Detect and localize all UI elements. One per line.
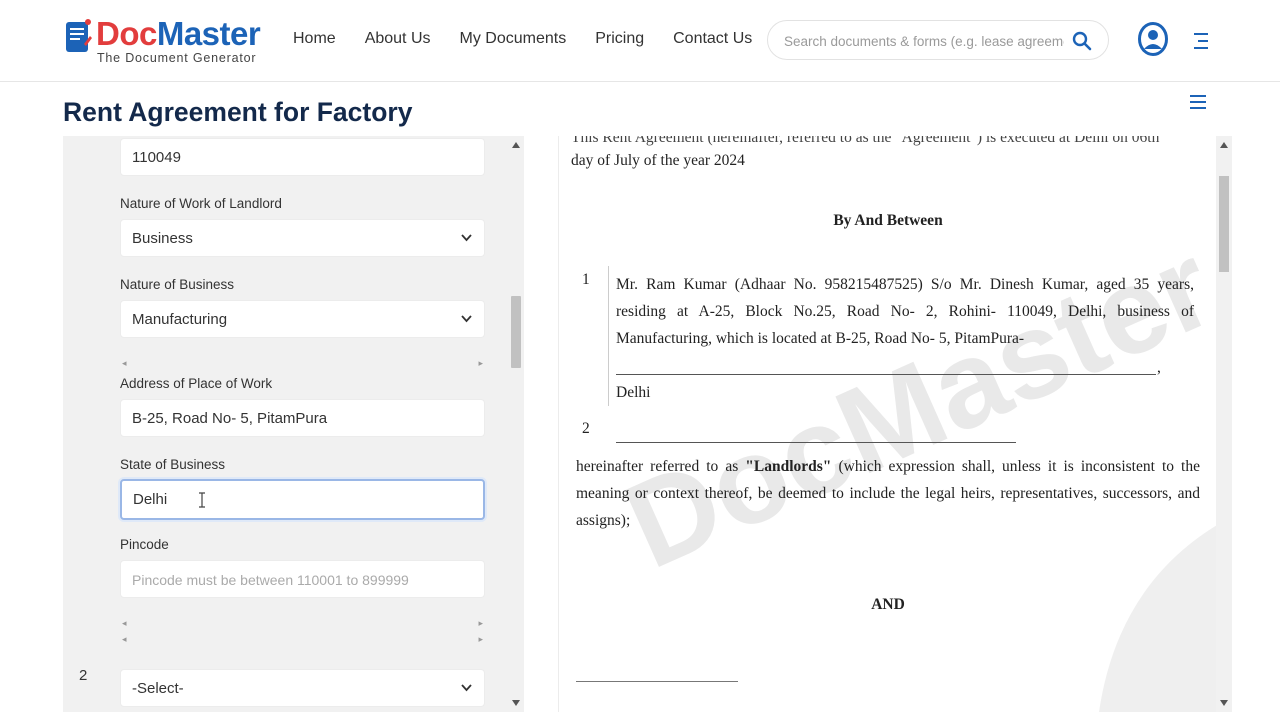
landlords-paragraph: hereinafter referred to as "Landlords" (… — [576, 453, 1200, 534]
doc-date-line: day of July of the year 2024 — [571, 152, 745, 169]
row-number: 2 — [79, 667, 88, 684]
scroll-left-icon[interactable]: ◂ — [122, 618, 127, 629]
party-1-comma: , — [1157, 359, 1161, 376]
search-box — [767, 20, 1109, 60]
text-cursor-icon — [199, 492, 205, 508]
party-1-blank-line — [616, 374, 1156, 375]
scroll-right-icon[interactable]: ▸ — [478, 358, 483, 369]
address-of-work-input[interactable]: B-25, Road No- 5, PitamPura — [120, 399, 485, 437]
party-1-city: Delhi — [616, 384, 651, 401]
party-1-number: 1 — [582, 271, 590, 288]
pincode-placeholder: Pincode must be between 110001 to 899999 — [132, 572, 409, 588]
horizontal-scrollbar[interactable]: ◂ ▸ — [120, 618, 485, 630]
landlords-term: "Landlords" — [745, 458, 832, 475]
chevron-down-icon — [461, 234, 472, 242]
nav-my-documents[interactable]: My Documents — [460, 30, 567, 48]
nav-pricing[interactable]: Pricing — [595, 30, 644, 48]
scroll-right-icon[interactable]: ▸ — [478, 634, 483, 645]
second-party-select-value: -Select- — [132, 680, 184, 697]
search-icon[interactable] — [1072, 31, 1092, 51]
nature-of-work-select[interactable]: Business — [120, 219, 485, 257]
scroll-down-icon[interactable] — [512, 700, 520, 706]
document-scroll-thumb[interactable] — [1219, 176, 1229, 272]
scroll-up-icon[interactable] — [512, 142, 520, 148]
landlord-pincode-value: 110049 — [132, 149, 181, 166]
second-party-select[interactable]: -Select- — [120, 669, 485, 707]
document-preview: DocMaster This Rent Agreement (hereinaft… — [558, 136, 1232, 712]
document-menu-icon[interactable] — [1188, 94, 1208, 110]
nature-of-work-value: Business — [132, 230, 193, 247]
pincode-input[interactable]: Pincode must be between 110001 to 899999 — [120, 560, 485, 598]
site-header: DocMaster The Document Generator Home Ab… — [0, 0, 1280, 82]
party-1-divider — [608, 266, 609, 406]
landlord-pincode-field[interactable]: 110049 — [120, 138, 485, 176]
search-input[interactable] — [784, 31, 1064, 51]
scroll-up-icon[interactable] — [1220, 142, 1228, 148]
pincode-label: Pincode — [120, 537, 169, 552]
scroll-left-icon[interactable]: ◂ — [122, 358, 127, 369]
chevron-down-icon — [461, 315, 472, 323]
state-of-business-label: State of Business — [120, 457, 226, 472]
party-2-blank-line — [616, 442, 1016, 443]
document-vertical-scrollbar[interactable] — [1216, 136, 1232, 712]
landlords-pre: hereinafter referred to as — [576, 458, 746, 475]
page-title: Rent Agreement for Factory — [63, 97, 413, 127]
nav-home[interactable]: Home — [293, 30, 336, 48]
nature-of-business-label: Nature of Business — [120, 277, 235, 292]
state-of-business-value: Delhi — [133, 491, 168, 508]
nav-about-us[interactable]: About Us — [365, 30, 431, 48]
chevron-down-icon — [461, 684, 472, 692]
scroll-right-icon[interactable]: ▸ — [478, 618, 483, 629]
form-vertical-scrollbar[interactable] — [508, 136, 524, 712]
state-of-business-input[interactable]: Delhi — [120, 479, 485, 520]
brand-name: DocMaster — [96, 14, 261, 54]
docmaster-logo[interactable]: DocMaster The Document Generator — [64, 14, 264, 68]
brand-tagline: The Document Generator — [97, 51, 257, 65]
nature-of-business-select[interactable]: Manufacturing — [120, 300, 485, 338]
brand-name-master: Master — [156, 15, 261, 52]
form-scroll-thumb[interactable] — [511, 296, 521, 368]
main-nav: Home About Us My Documents Pricing Conta… — [293, 30, 781, 48]
party-1-text: Mr. Ram Kumar (Adhaar No. 958215487525) … — [616, 276, 1194, 347]
brand-name-doc: Doc — [96, 15, 157, 52]
scroll-down-icon[interactable] — [1220, 700, 1228, 706]
user-avatar-icon[interactable] — [1138, 22, 1168, 56]
doc-by-and-between: By And Between — [833, 212, 943, 229]
form-panel: 110049 Nature of Work of Landlord Busine… — [63, 136, 524, 712]
horizontal-scrollbar[interactable]: ◂ ▸ — [120, 358, 485, 370]
tenant-blank-line — [576, 681, 738, 682]
nature-of-business-value: Manufacturing — [132, 311, 228, 328]
address-of-work-value: B-25, Road No- 5, PitamPura — [132, 410, 328, 427]
hamburger-menu-icon[interactable] — [1192, 32, 1208, 50]
address-of-work-label: Address of Place of Work — [120, 376, 273, 391]
document-logo-icon — [66, 19, 92, 52]
nature-of-work-label: Nature of Work of Landlord — [120, 196, 282, 211]
nav-contact-us[interactable]: Contact Us — [673, 30, 752, 48]
horizontal-scrollbar[interactable]: ◂ ▸ — [120, 634, 485, 646]
party-2-number: 2 — [582, 420, 590, 437]
scroll-left-icon[interactable]: ◂ — [122, 634, 127, 645]
doc-and: AND — [871, 596, 905, 613]
